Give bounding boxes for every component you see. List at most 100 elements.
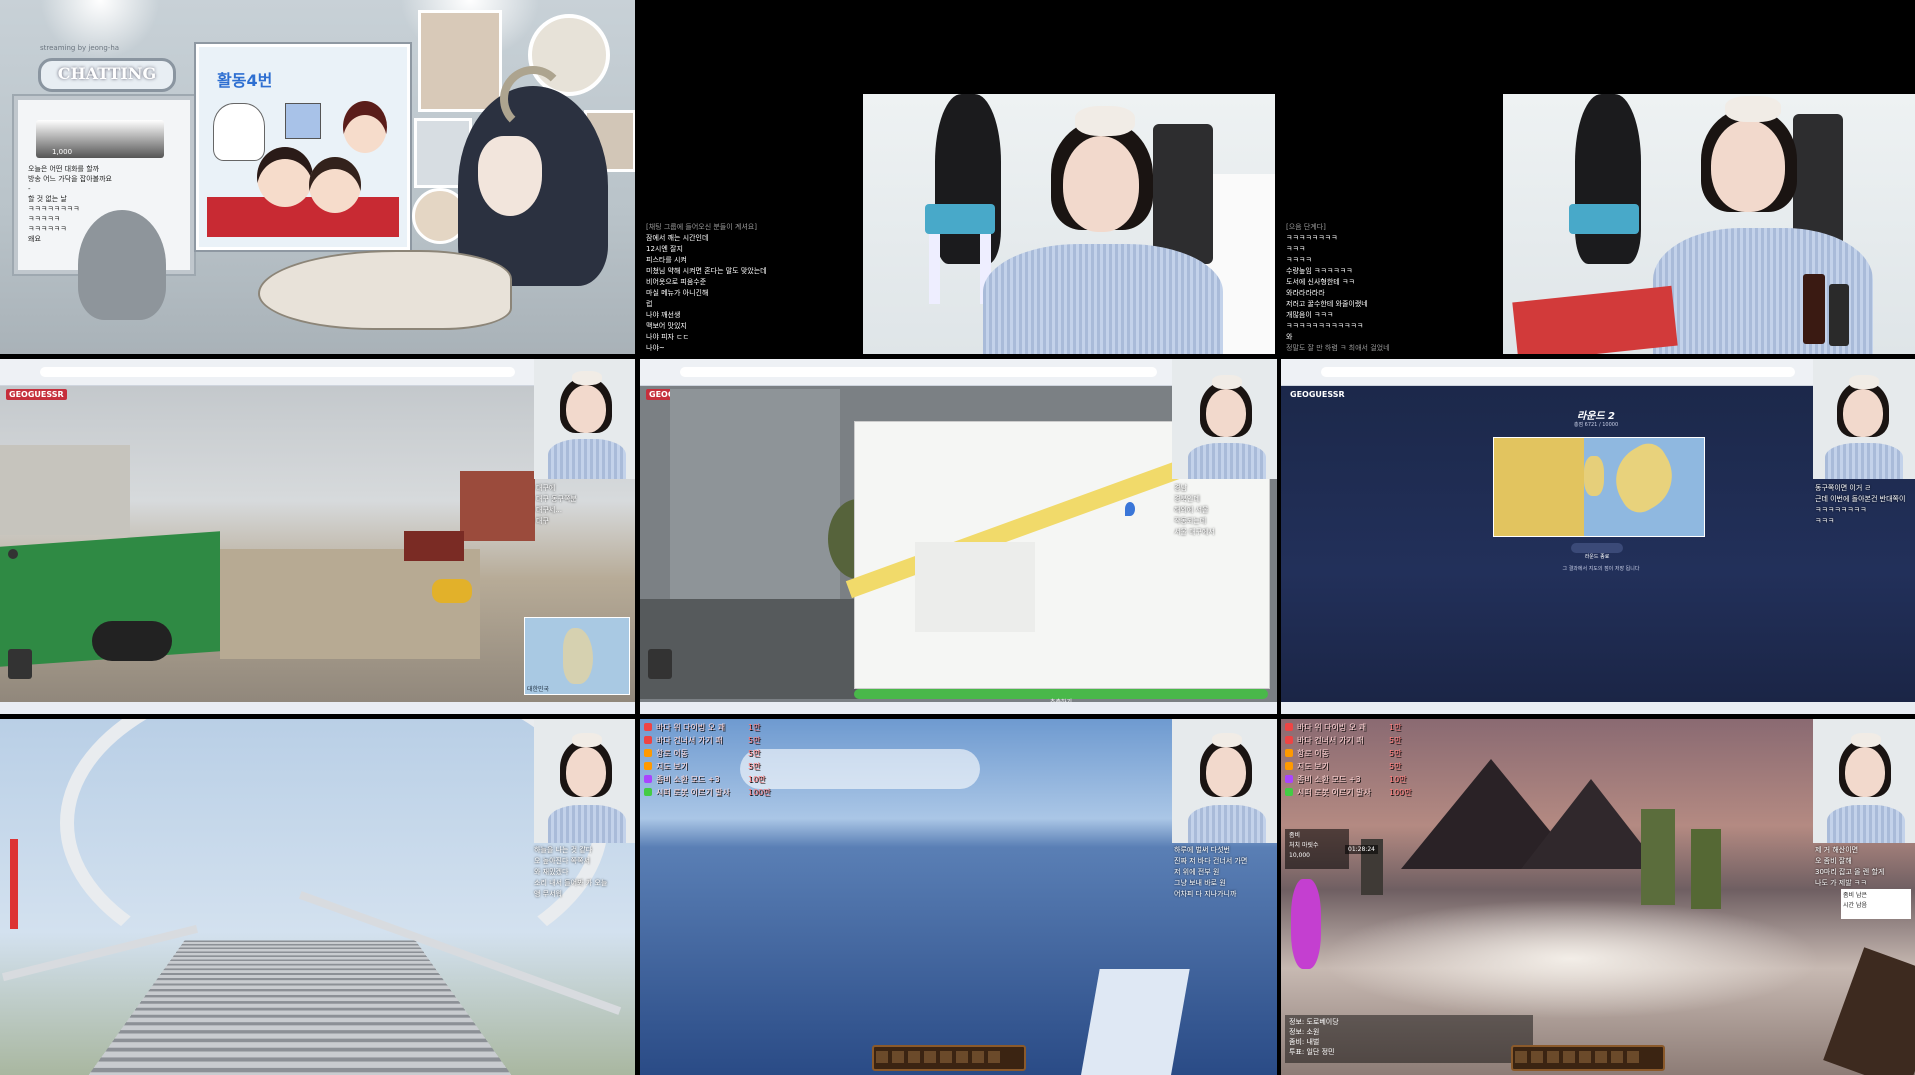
hotbar-slot[interactable] [1531,1051,1543,1063]
tower [10,839,18,929]
chat-line: 와라라라라라 [1286,289,1325,297]
chat-line: 진짜 저 바다 건너서 가면 [1174,857,1248,865]
chat-line: 경남 [1174,484,1187,492]
donation-row: 좀비 소환 모드 +3 10만 [644,775,766,785]
hotbar-slot[interactable] [1515,1051,1527,1063]
hotbar-slot[interactable] [924,1051,936,1063]
taskbar [0,702,635,714]
side-panel-line: 좀비 남은 [1843,892,1867,899]
game-chat: 정보: 도로베이당 정보: 소원 좀비: 내벌 투표: 일단 정민 [1285,1015,1533,1063]
hotbar-slot[interactable] [1611,1051,1623,1063]
hotbar[interactable] [872,1045,1026,1071]
sign-caption: streaming by jeong-ha [40,44,120,52]
chat-line: 비어옷으로 피움수준 [646,278,707,286]
chat-log: 하루에 벌써 다섯번 진짜 저 바다 건너서 가면 저 위에 전부 원 그냥 보… [1174,845,1247,900]
next-round-label: 라운드 종료 [1584,554,1610,560]
chat-line: 미쳤님 약해 시켜면 혼다는 말도 맞았는데 [646,267,767,275]
address-bar[interactable] [680,367,1157,377]
donation-value: 1만 [1389,723,1402,732]
donation-value: 5만 [748,736,761,745]
donation-icon [1285,723,1293,731]
hotbar-slot[interactable] [988,1051,1000,1063]
chat-line: ㅋㅋㅋㅋㅋㅋㅋㅋ [1815,506,1867,514]
timer: 01:28:24 [1345,845,1378,854]
compass-icon[interactable] [8,549,18,559]
chat-line: 대구에 [536,484,556,492]
streamer-face [1063,136,1139,232]
zoom-controls[interactable] [648,649,672,679]
chat-line: 와 재밌겠다 [534,868,569,876]
japan-landmass [1603,437,1685,519]
minimap[interactable]: 대한민국 [524,617,630,695]
chatting-sign: CHATTING [38,58,176,92]
zoom-controls[interactable] [8,649,32,679]
hotbar-slot[interactable] [1563,1051,1575,1063]
donation-row: 바다 위 다이빙 오 쾌 1만 [1285,723,1401,733]
hotbar-slot[interactable] [972,1051,984,1063]
streamer-cam [1172,719,1277,843]
guitar-case [1575,94,1641,264]
chat-line: 맥보어 맛있지 [646,322,687,330]
address-bar[interactable] [1321,367,1795,377]
stat-box: 좀비 처치 마릿수 10,000 [1285,829,1349,869]
donation-row: 시퍼 로봇 이르기 발사 100만 [644,788,771,798]
hotbar-slot[interactable] [940,1051,952,1063]
hotbar-slot[interactable] [1547,1051,1559,1063]
streamer-shirt [548,439,626,479]
donation-row: 지도 보기 5만 [1285,762,1401,772]
streamer-face [566,747,606,797]
streamer-shirt [1827,805,1905,843]
chat-line: ㅋㅋㅋㅋ [1286,256,1312,264]
donation-row: 바다 건너서 가기 쾌 5만 [644,736,760,746]
chat-line: 서울 대구에서 [1174,528,1215,536]
streamer-face [1711,120,1785,212]
next-round-button[interactable]: 라운드 종료 [1571,543,1623,560]
address-bar[interactable] [40,367,515,377]
hotbar-slot[interactable] [956,1051,968,1063]
chat-line: 하루에 벌써 다섯번 [1174,846,1230,854]
chat-line: 수량높임 ㅋㅋㅋㅋㅋㅋ [1286,267,1353,275]
wall-frame [418,10,502,112]
streamer-shirt [1188,805,1266,843]
minimap-label: 대한민국 [527,686,550,693]
chat-line: 동구쪽이면 이거 ㄹ [1815,484,1871,492]
hair-bow [1212,375,1242,389]
donation-label: 바다 건너서 가기 쾌 [1297,736,1364,745]
chat-line: 작동되는데 [1174,517,1207,525]
poster-floor [207,197,399,237]
hair-bow [1075,106,1135,136]
hotbar-slot[interactable] [892,1051,904,1063]
hotbar-slot[interactable] [876,1051,888,1063]
hotbar-slot[interactable] [1627,1051,1639,1063]
chat-log: 하늘을 나는 것 같다 오 높아진다 쪽쪽서 와 재밌겠다 소리 내서 들어봐 … [534,845,607,900]
webcam-feed [1503,94,1915,354]
truck [404,531,464,561]
geoguessr-logo: GEOGUESSR [1290,390,1345,399]
hotbar-slot[interactable] [1595,1051,1607,1063]
streamer-face [1206,389,1246,437]
chat-line: 소리 내서 들어봐 카 오늘 [534,879,608,887]
chat-line: 잠에서 깨는 시간인데 [646,234,709,242]
streamer-face [1206,747,1246,797]
donation-label: 바다 위 다이빙 오 쾌 [656,723,726,732]
donation-label: 지도 보기 [1297,762,1329,771]
side-panel: 좀비 남은 시간 남음 [1841,889,1911,919]
chat-line: 제 거 해산이면 [1815,846,1859,854]
chat-line: 그냥 보내 바로 원 [1174,879,1226,887]
guess-bar[interactable]: 추측하기 [854,689,1268,706]
chat-line: 근데 이번에 돌아본건 반대쪽이 [1815,495,1906,503]
streamer-cam [534,359,635,479]
donation-icon [644,749,652,757]
chair [1153,124,1213,264]
chat-log: [채팅 그룹에 들어오신 분들이 계셔요] 잠에서 깨는 시간인데 12시엔 잘… [646,222,767,354]
donation-value: 1만 [748,723,761,732]
asphalt [640,599,860,699]
hotbar-slot[interactable] [908,1051,920,1063]
hotbar-slot[interactable] [1579,1051,1591,1063]
hair-bow [1725,96,1781,122]
donation-value: 100만 [1389,788,1412,797]
hotbar[interactable] [1511,1045,1665,1071]
korea-landmass [1584,456,1604,496]
floor-glow [1321,899,1821,1019]
tile-geoguessr-streetview: GEOGUESSR 대한민국 대구에 대구 동구쪽분 대구세... 대구 [0,359,635,714]
